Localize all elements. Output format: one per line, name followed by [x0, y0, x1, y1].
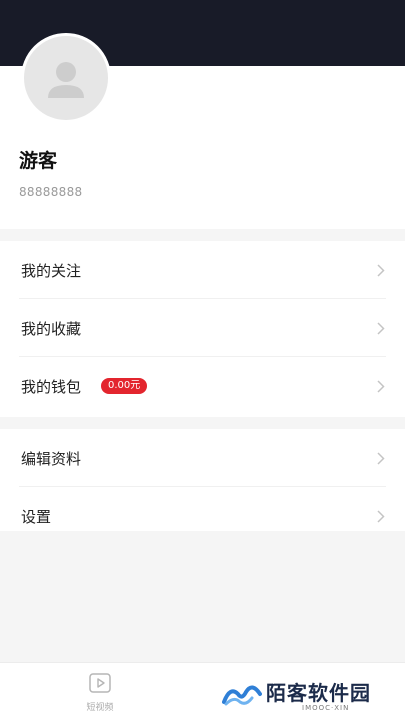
- menu-item-wallet[interactable]: 我的钱包 0.00元: [0, 357, 405, 415]
- username: 游客: [19, 150, 58, 172]
- menu-item-label: 我的关注: [21, 262, 82, 280]
- menu-item-following[interactable]: 我的关注: [0, 241, 405, 299]
- menu-item-edit-profile[interactable]: 编辑资料: [0, 429, 405, 487]
- chevron-right-icon: [377, 510, 385, 523]
- chevron-right-icon: [377, 452, 385, 465]
- watermark-logo-icon: [222, 685, 262, 706]
- site-watermark: 陌客软件园 IMOOC·XIN: [222, 676, 402, 716]
- menu-group-secondary: 编辑资料 设置: [0, 429, 405, 531]
- wallet-balance-badge: 0.00元: [101, 378, 148, 394]
- menu-item-favorites[interactable]: 我的收藏: [0, 299, 405, 357]
- menu-item-label: 编辑资料: [21, 450, 82, 468]
- chevron-right-icon: [377, 264, 385, 277]
- user-placeholder-icon: [48, 62, 84, 98]
- chevron-right-icon: [377, 322, 385, 335]
- avatar[interactable]: [21, 33, 111, 123]
- chevron-right-icon: [377, 380, 385, 393]
- tab-label: 短视频: [86, 703, 114, 713]
- menu-item-label: 设置: [21, 508, 52, 526]
- menu-item-label: 我的收藏: [21, 320, 82, 338]
- menu-item-settings[interactable]: 设置: [0, 487, 405, 531]
- watermark-sub: IMOOC·XIN: [302, 704, 350, 712]
- menu-item-label: 我的钱包: [21, 378, 82, 396]
- tab-short-video[interactable]: 短视频: [70, 671, 130, 717]
- play-video-icon: [89, 673, 111, 693]
- user-id: 88888888: [19, 185, 83, 199]
- watermark-name: 陌客软件园: [266, 681, 371, 705]
- menu-group-primary: 我的关注 我的收藏 我的钱包 0.00元: [0, 241, 405, 417]
